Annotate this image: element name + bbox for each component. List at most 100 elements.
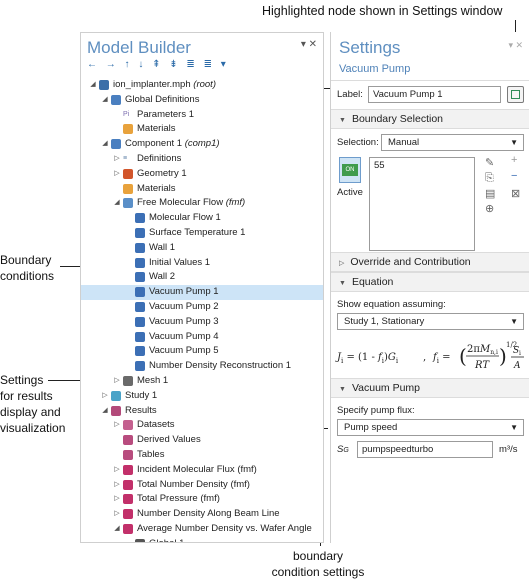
pump-speed-input[interactable]: pumpspeedturbo: [357, 441, 493, 458]
expand-icon[interactable]: ▷: [113, 478, 121, 493]
plot-group-3d-icon: [123, 479, 133, 490]
model-builder-toolbar[interactable]: ← → ↑ ↓ ⇞ ⇟ ≣ ≣ ▾: [81, 59, 323, 75]
tree-node[interactable]: ▷ Geometry 1: [81, 167, 323, 182]
tree-node-text: Number Density Along Beam Line: [137, 508, 280, 520]
tree-node-label: Study 1: [125, 389, 157, 404]
geometry-icon: [123, 168, 133, 179]
expand-icon[interactable]: ▷: [113, 167, 121, 182]
remove-icon[interactable]: −: [511, 170, 517, 182]
vacuum-pump-icon: [135, 301, 145, 312]
tree-node-tag: (root): [193, 79, 216, 90]
tree-node[interactable]: Vacuum Pump 3: [81, 315, 323, 330]
tree-node[interactable]: Vacuum Pump 2: [81, 300, 323, 315]
tree-node[interactable]: Initial Values 1: [81, 256, 323, 271]
tree-node[interactable]: ▷ Study 1: [81, 389, 323, 404]
tree-node[interactable]: Number Density Reconstruction 1: [81, 359, 323, 374]
collapse-icon[interactable]: ◢: [113, 522, 121, 537]
tree-node[interactable]: ▷ Total Pressure (fmf): [81, 492, 323, 507]
collapse-icon[interactable]: ◢: [101, 137, 109, 152]
selection-list-item[interactable]: 55: [370, 158, 474, 173]
tree-node-label: Number Density Reconstruction 1: [149, 359, 291, 374]
tree-node[interactable]: ◢ Component 1 (comp1): [81, 137, 323, 152]
tree-node[interactable]: ▷ Datasets: [81, 418, 323, 433]
tree-node[interactable]: Vacuum Pump 4: [81, 330, 323, 345]
update-label-button[interactable]: [507, 86, 524, 103]
paste-icon[interactable]: ▤: [485, 187, 495, 200]
paste-selection-icon[interactable]: ✎: [485, 156, 494, 169]
datasets-icon: [123, 420, 133, 431]
panel-menu-icon[interactable]: ▾ ✕: [508, 40, 523, 51]
tree-node[interactable]: ▷ Number Density Along Beam Line: [81, 507, 323, 522]
tree-node-text: Parameters 1: [137, 108, 195, 120]
tree-node-label: Derived Values: [137, 433, 201, 448]
tree-node-label: Tables: [137, 448, 164, 463]
tree-node-text: Vacuum Pump 5: [149, 345, 219, 357]
collapse-icon[interactable]: ◢: [89, 78, 97, 93]
panel-menu-icon[interactable]: ▾ ✕: [301, 39, 317, 50]
collapse-icon[interactable]: ◢: [113, 196, 121, 211]
tree-node-label: Results: [125, 404, 157, 419]
tree-node-label: Mesh 1: [137, 374, 168, 389]
section-equation[interactable]: ▼ Equation: [331, 272, 529, 292]
expand-icon[interactable]: ▷: [113, 374, 121, 389]
tree-node-text: Vacuum Pump 2: [149, 300, 219, 312]
selection-list[interactable]: 55: [369, 157, 475, 251]
equation-value: Study 1, Stationary: [344, 316, 425, 327]
label-input[interactable]: Vacuum Pump 1: [368, 86, 501, 103]
svg-text:A: A: [513, 361, 521, 371]
copy-icon[interactable]: ⎘: [485, 172, 494, 185]
expand-icon[interactable]: ▷: [113, 463, 121, 478]
add-icon[interactable]: +: [511, 154, 517, 166]
tree-node[interactable]: ◢ Global Definitions: [81, 93, 323, 108]
expand-icon[interactable]: ▷: [113, 507, 121, 522]
tree-node[interactable]: Tables: [81, 448, 323, 463]
tree-node[interactable]: ▷ ≡ Definitions: [81, 152, 323, 167]
vacuum-pump-icon: [135, 331, 145, 342]
tree-node[interactable]: Wall 2: [81, 270, 323, 285]
expand-icon[interactable]: ▷: [113, 152, 121, 167]
section-boundary-selection[interactable]: ▼ Boundary Selection: [331, 109, 529, 129]
expand-icon[interactable]: ▷: [101, 389, 109, 404]
section-vacuum-pump[interactable]: ▼ Vacuum Pump: [331, 378, 529, 398]
collapse-icon[interactable]: ◢: [101, 404, 109, 419]
selection-dropdown[interactable]: Manual ▼: [381, 134, 524, 151]
tree-node[interactable]: Materials: [81, 122, 323, 137]
tree-node-text: Wall 1: [149, 241, 176, 253]
tree-node[interactable]: Surface Temperature 1: [81, 226, 323, 241]
tree-node[interactable]: ▷ Total Number Density (fmf): [81, 478, 323, 493]
pump-flux-dropdown[interactable]: Pump speed ▼: [337, 419, 524, 436]
tree-node[interactable]: ◢ ion_implanter.mph (root): [81, 78, 323, 93]
expand-icon[interactable]: ▷: [113, 492, 121, 507]
tree-node[interactable]: Vacuum Pump 1: [81, 285, 323, 300]
tree-node-label: Materials: [137, 122, 176, 137]
section-override-contribution[interactable]: ▷ Override and Contribution: [331, 252, 529, 272]
svg-text:i: i: [519, 350, 521, 357]
active-toggle-button[interactable]: ON: [339, 157, 361, 183]
annotation-results-settings: Settings for results display and visuali…: [0, 372, 65, 436]
tree-node[interactable]: Global 1: [81, 537, 323, 542]
tree-node[interactable]: ▷ Incident Molecular Flux (fmf): [81, 463, 323, 478]
tree-node-text: Surface Temperature 1: [149, 226, 246, 238]
svg-text:RT: RT: [474, 360, 490, 371]
domain-node-icon: [135, 213, 145, 224]
zoom-to-selection-icon[interactable]: ⊕: [485, 202, 494, 215]
svg-text:2πMn,i: 2πMn,i: [467, 344, 498, 356]
tree-node[interactable]: Wall 1: [81, 241, 323, 256]
tree-node[interactable]: ◢ Free Molecular Flow (fmf): [81, 196, 323, 211]
collapse-icon[interactable]: ◢: [101, 93, 109, 108]
settings-panel: Settings ▾ ✕ Vacuum Pump Label: Vacuum P…: [330, 32, 529, 543]
tree-node-text: Materials: [137, 123, 176, 135]
tree-node[interactable]: Pi Parameters 1: [81, 108, 323, 123]
tree-node[interactable]: ◢ Results: [81, 404, 323, 419]
tree-node-label: Molecular Flow 1: [149, 211, 221, 226]
tree-node[interactable]: ◢ Average Number Density vs. Wafer Angle: [81, 522, 323, 537]
tree-node[interactable]: ▷ Mesh 1: [81, 374, 323, 389]
tree-node[interactable]: Derived Values: [81, 433, 323, 448]
expand-icon[interactable]: ▷: [113, 418, 121, 433]
tree-node-text: Tables: [137, 448, 165, 460]
tree-node[interactable]: Materials: [81, 182, 323, 197]
tree-node[interactable]: Vacuum Pump 5: [81, 344, 323, 359]
tree-node[interactable]: Molecular Flow 1: [81, 211, 323, 226]
clear-selection-icon[interactable]: ⊠: [511, 187, 520, 200]
equation-study-dropdown[interactable]: Study 1, Stationary ▼: [337, 313, 524, 330]
